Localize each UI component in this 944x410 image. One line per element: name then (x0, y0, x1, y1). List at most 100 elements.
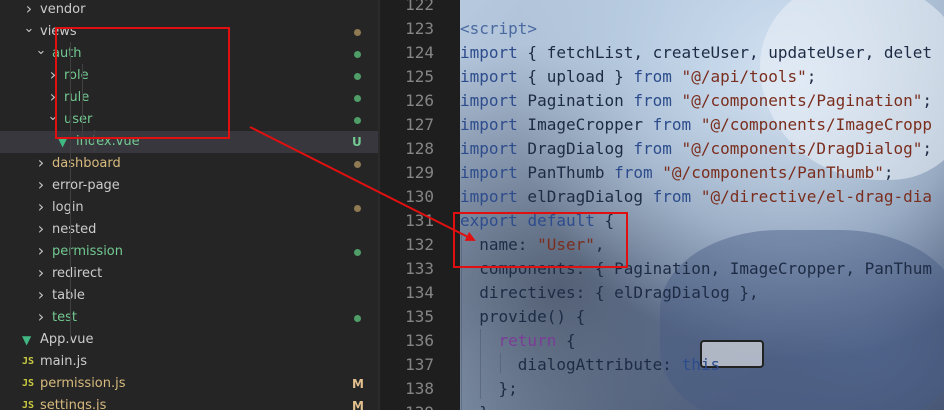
code-line[interactable]: dialogAttribute: this (460, 353, 720, 377)
code-line[interactable]: }, (460, 401, 498, 410)
folder-item[interactable]: › nested (0, 219, 378, 241)
code-token: }; (460, 379, 518, 398)
tree-item-label: permission (52, 244, 123, 259)
code-line[interactable]: provide() { (460, 305, 585, 329)
file-item[interactable]: JS main.js (0, 351, 378, 373)
git-status-dot (354, 205, 361, 212)
folder-item[interactable]: › error-page (0, 175, 378, 197)
git-status-dot (354, 161, 361, 168)
code-indent-guide (480, 329, 481, 399)
line-number: 137 (405, 355, 434, 374)
chevron-right-icon[interactable]: › (34, 197, 48, 219)
chevron-right-icon[interactable]: › (34, 241, 48, 263)
chevron-right-icon[interactable]: › (34, 153, 48, 175)
file-item[interactable]: JS permission.js M (0, 373, 378, 395)
code-token: "@/components/PanThumb" (652, 163, 884, 182)
chevron-down-icon[interactable]: ⌄ (34, 43, 48, 65)
code-token: "@/components/ImageCropp (691, 115, 933, 134)
file-item[interactable]: JS settings.js M (0, 395, 378, 410)
chevron-down-icon[interactable]: ⌄ (22, 21, 36, 43)
code-line[interactable]: import elDragDialog from "@/directive/el… (460, 185, 932, 209)
code-token: { fetchList, createUser, updateUser, del… (517, 43, 933, 62)
code-token: "@/directive/el-drag-dia (691, 187, 933, 206)
line-number: 135 (405, 307, 434, 326)
folder-item[interactable]: › dashboard (0, 153, 378, 175)
folder-item[interactable]: › permission (0, 241, 378, 263)
line-number: 127 (405, 115, 434, 134)
tree-item-label: permission.js (40, 376, 126, 391)
vue-file-icon: ▼ (22, 333, 32, 347)
code-token: <script> (460, 19, 538, 38)
code-indent-guide (500, 353, 501, 373)
git-status-dot (354, 249, 361, 256)
code-token: from (652, 115, 692, 134)
javascript-file-icon: JS (22, 400, 35, 410)
line-number: 131 (405, 211, 434, 230)
tree-item-label: vendor (40, 2, 86, 17)
code-line[interactable]: directives: { elDragDialog }, (460, 281, 759, 305)
chevron-right-icon[interactable]: › (34, 285, 48, 307)
chevron-right-icon[interactable]: › (34, 175, 48, 197)
chevron-right-icon[interactable]: › (22, 0, 36, 21)
folder-item[interactable]: › test (0, 307, 378, 329)
line-number: 132 (405, 235, 434, 254)
code-line[interactable]: import { fetchList, createUser, updateUs… (460, 41, 932, 65)
folder-item[interactable]: › login (0, 197, 378, 219)
tree-item-label: settings.js (40, 398, 107, 410)
code-token: from (633, 139, 672, 158)
code-token: directives: { elDragDialog }, (460, 283, 759, 302)
code-line[interactable]: return { (460, 329, 576, 353)
code-token: provide() { (460, 307, 586, 326)
code-token: import (460, 115, 518, 134)
git-status-dot (354, 117, 361, 124)
code-token: from (633, 91, 672, 110)
tree-item-label: main.js (40, 354, 87, 369)
code-token: import (460, 139, 518, 158)
tree-item-label: table (52, 288, 85, 303)
folder-item[interactable]: › table (0, 285, 378, 307)
folder-item[interactable]: › redirect (0, 263, 378, 285)
javascript-file-icon: JS (22, 356, 35, 367)
tree-item-label: App.vue (40, 332, 94, 347)
tree-item-label: dashboard (52, 156, 121, 171)
tree-item-label: redirect (52, 266, 103, 281)
code-token: ImageCropper (517, 115, 653, 134)
code-token: from (652, 187, 692, 206)
chevron-right-icon[interactable]: › (34, 263, 48, 285)
line-number: 122 (405, 0, 434, 14)
code-line[interactable]: import PanThumb from "@/components/PanTh… (460, 161, 893, 185)
code-token: DragDialog (517, 139, 634, 158)
code-line[interactable]: import Pagination from "@/components/Pag… (460, 89, 932, 113)
line-number: 126 (405, 91, 434, 110)
code-line[interactable]: import DragDialog from "@/components/Dra… (460, 137, 932, 161)
code-token: ; (922, 139, 933, 158)
code-token: import (460, 43, 518, 62)
code-line[interactable]: import { upload } from "@/api/tools"; (460, 65, 816, 89)
code-token: "@/api/tools" (671, 67, 807, 86)
tree-item-label: nested (52, 222, 97, 237)
code-token: import (460, 163, 518, 182)
file-item[interactable]: ▼ App.vue (0, 329, 378, 351)
code-token: import (460, 67, 518, 86)
code-token: "@/components/DragDialog" (671, 139, 923, 158)
code-token: import (460, 91, 518, 110)
tree-item-label: login (52, 200, 84, 215)
folder-item[interactable]: › vendor (0, 0, 378, 21)
code-token: PanThumb (517, 163, 615, 182)
git-status-badge: M (352, 399, 364, 410)
line-number: 123 (405, 19, 434, 38)
git-status-badge: U (352, 135, 362, 149)
code-token: }, (460, 403, 498, 410)
chevron-right-icon[interactable]: › (34, 307, 48, 329)
line-number-gutter: 122 123 124 125 126 127 128 129 130 131 132 133 134 1… (380, 0, 460, 410)
code-line[interactable]: import ImageCropper from "@/components/I… (460, 113, 932, 137)
code-line[interactable]: }; (460, 377, 518, 401)
chevron-right-icon[interactable]: › (34, 219, 48, 241)
code-editor[interactable]: <script> import { fetchList, createUser, … (460, 0, 944, 410)
code-line[interactable]: <script> (460, 17, 537, 41)
javascript-file-icon: JS (22, 378, 35, 389)
code-token: ; (883, 163, 894, 182)
line-number: 124 (405, 43, 434, 62)
git-status-dot (354, 51, 361, 58)
line-number: 133 (405, 259, 434, 278)
